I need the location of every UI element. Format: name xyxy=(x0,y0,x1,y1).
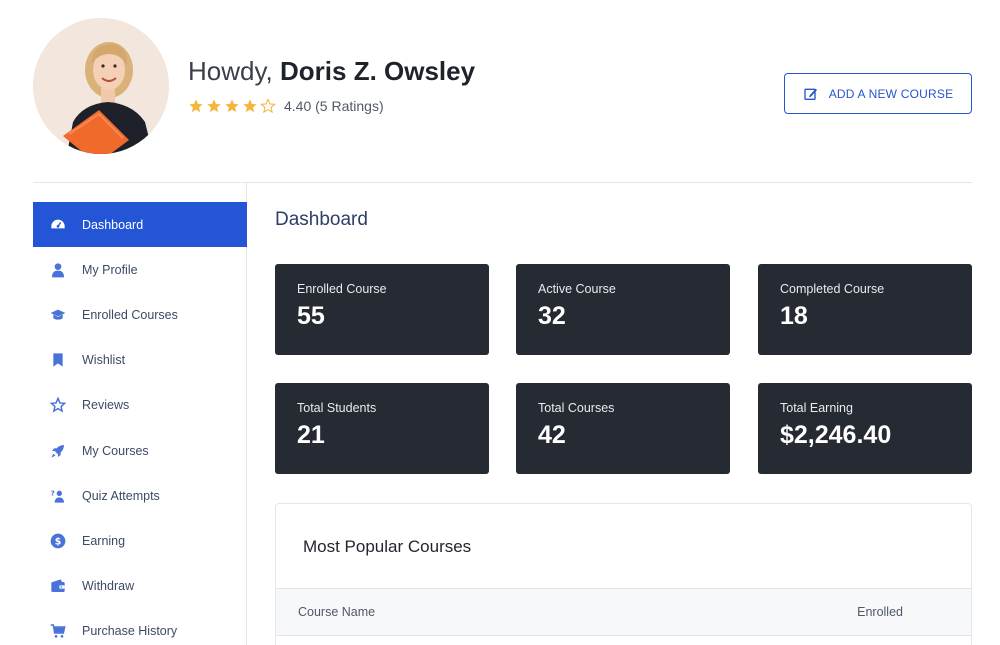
sidebar-item-label: Quiz Attempts xyxy=(82,488,160,503)
star-filled-icon xyxy=(189,99,203,113)
sidebar: Dashboard My Profile Enrolled Courses Wi… xyxy=(33,183,247,645)
sidebar-item-label: My Profile xyxy=(82,262,138,277)
cart-icon xyxy=(50,623,66,639)
sidebar-item-purchase-history[interactable]: Purchase History xyxy=(33,609,247,645)
stat-card-active-course: Active Course 32 xyxy=(516,264,730,355)
stat-label: Enrolled Course xyxy=(297,282,387,296)
user-name: Doris Z. Owsley xyxy=(280,56,476,86)
stat-label: Active Course xyxy=(538,282,616,296)
profile-header: Howdy, Doris Z. Owsley 4.40 (5 Ratings) … xyxy=(33,18,972,158)
sidebar-item-my-courses[interactable]: My Courses xyxy=(33,428,247,473)
greeting-prefix: Howdy, xyxy=(188,56,273,86)
sidebar-item-withdraw[interactable]: Withdraw xyxy=(33,564,247,609)
star-outline-icon xyxy=(260,98,276,114)
stat-value: 55 xyxy=(297,302,325,330)
stat-label: Completed Course xyxy=(780,282,885,296)
star-filled-icon xyxy=(225,99,239,113)
star-filled-icon xyxy=(243,99,257,113)
star-icon xyxy=(50,397,66,414)
rocket-icon xyxy=(50,443,66,459)
sidebar-item-label: Purchase History xyxy=(82,624,178,639)
add-new-course-label: ADD A NEW COURSE xyxy=(828,86,954,101)
add-new-course-button[interactable]: ADD A NEW COURSE xyxy=(784,73,972,114)
column-header-enrolled: Enrolled xyxy=(857,605,903,619)
quiz-icon: ? xyxy=(50,488,66,504)
stat-value: 42 xyxy=(538,421,566,449)
stat-label: Total Earning xyxy=(780,401,853,415)
sidebar-item-quiz-attempts[interactable]: ? Quiz Attempts xyxy=(33,473,247,518)
sidebar-item-label: Reviews xyxy=(82,398,130,413)
stat-value: 21 xyxy=(297,421,325,449)
stat-value: 18 xyxy=(780,302,808,330)
sidebar-nav: Dashboard My Profile Enrolled Courses Wi… xyxy=(33,202,247,645)
rating-text: 4.40 (5 Ratings) xyxy=(284,98,384,114)
sidebar-item-label: Dashboard xyxy=(82,217,144,232)
edit-icon xyxy=(804,88,817,100)
dashboard-icon xyxy=(50,217,66,233)
sidebar-item-dashboard[interactable]: Dashboard xyxy=(33,202,247,248)
sidebar-item-label: Withdraw xyxy=(82,579,135,594)
stat-card-total-students: Total Students 21 xyxy=(275,383,489,474)
sidebar-item-earning[interactable]: $ Earning xyxy=(33,518,247,563)
user-icon xyxy=(50,262,66,278)
bookmark-icon xyxy=(50,352,66,368)
table-header: Course Name Enrolled xyxy=(276,588,971,636)
stat-label: Total Students xyxy=(297,401,377,415)
column-header-course-name: Course Name xyxy=(298,605,376,619)
stat-label: Total Courses xyxy=(538,401,615,415)
sidebar-item-label: Enrolled Courses xyxy=(82,307,178,322)
avatar xyxy=(33,18,169,154)
page-title: Dashboard xyxy=(275,209,368,230)
stat-value: 32 xyxy=(538,302,566,330)
wallet-icon xyxy=(50,578,66,594)
stat-card-total-earning: Total Earning $2,246.40 xyxy=(758,383,972,474)
popular-courses-title: Most Popular Courses xyxy=(303,537,472,556)
sidebar-item-enrolled-courses[interactable]: Enrolled Courses xyxy=(33,292,247,337)
sidebar-item-wishlist[interactable]: Wishlist xyxy=(33,338,247,383)
rating: 4.40 (5 Ratings) xyxy=(188,98,384,114)
svg-text:?: ? xyxy=(51,488,55,497)
svg-text:$: $ xyxy=(55,536,62,547)
sidebar-item-label: Earning xyxy=(82,533,126,548)
sidebar-item-label: Wishlist xyxy=(82,353,126,368)
popular-courses-panel: Most Popular Courses Course Name Enrolle… xyxy=(275,503,972,645)
star-filled-icon xyxy=(207,99,221,113)
sidebar-item-label: My Courses xyxy=(82,443,149,458)
stat-card-enrolled-course: Enrolled Course 55 xyxy=(275,264,489,355)
stat-card-completed-course: Completed Course 18 xyxy=(758,264,972,355)
dollar-icon: $ xyxy=(50,533,66,549)
sidebar-item-reviews[interactable]: Reviews xyxy=(33,383,247,428)
stat-value: $2,246.40 xyxy=(780,421,892,449)
sidebar-item-my-profile[interactable]: My Profile xyxy=(33,247,247,292)
graduation-cap-icon xyxy=(50,307,66,323)
stat-card-total-courses: Total Courses 42 xyxy=(516,383,730,474)
rating-stars xyxy=(188,98,276,114)
greeting: Howdy, Doris Z. Owsley xyxy=(188,56,475,87)
